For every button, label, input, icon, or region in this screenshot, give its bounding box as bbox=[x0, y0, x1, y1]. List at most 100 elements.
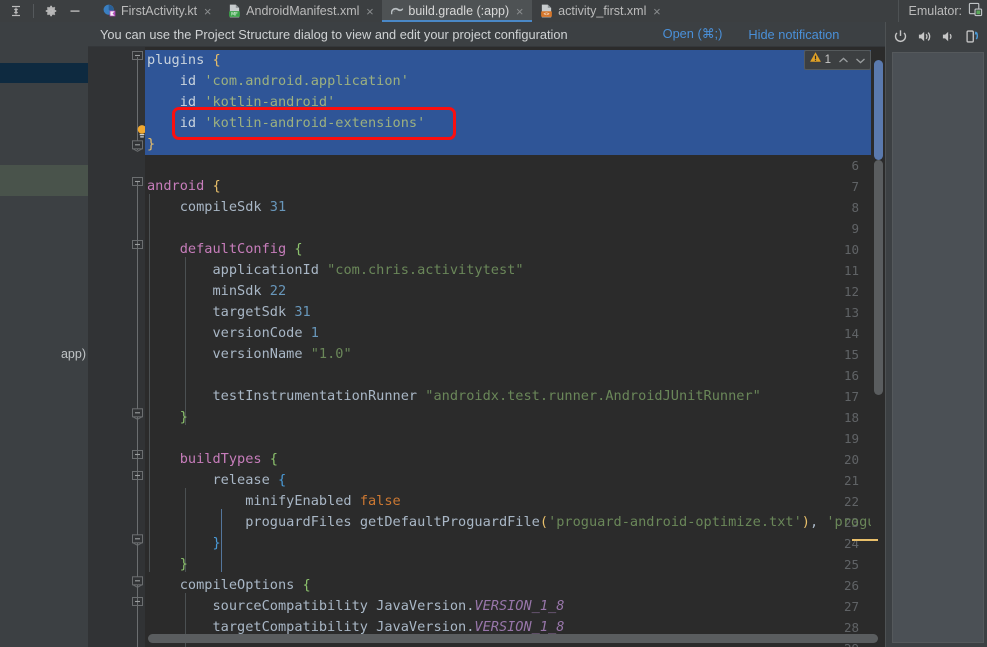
code-token-str: 'kotlin-android-extensions' bbox=[204, 115, 426, 131]
emulator-device-screen[interactable] bbox=[892, 52, 984, 643]
code-token-sp bbox=[147, 472, 212, 488]
power-button[interactable] bbox=[890, 24, 911, 48]
android-studio-window: FirstActivity.kt × MF AndroidManifest.xm… bbox=[0, 0, 987, 647]
fold-toggle-icon[interactable] bbox=[131, 50, 144, 63]
code-token-fn: buildTypes bbox=[179, 451, 262, 467]
list-item[interactable]: app) bbox=[0, 344, 88, 364]
code-line[interactable] bbox=[145, 365, 885, 386]
hide-notification-link[interactable]: Hide notification bbox=[748, 27, 839, 42]
chevron-down-icon[interactable] bbox=[853, 52, 867, 68]
tab-first-activity-kt[interactable]: FirstActivity.kt × bbox=[95, 0, 220, 22]
code-token-sp bbox=[262, 451, 270, 467]
code-token-sp bbox=[147, 94, 180, 110]
chevron-up-icon[interactable] bbox=[836, 52, 850, 68]
list-item-label: app) bbox=[60, 347, 86, 361]
toolbar-divider bbox=[33, 4, 34, 18]
editor-vertical-scrollbar[interactable] bbox=[874, 60, 883, 160]
code-token-str: 'kotlin-android' bbox=[204, 94, 336, 110]
project-tree-panel[interactable]: app) bbox=[0, 22, 88, 647]
code-line[interactable] bbox=[145, 428, 885, 449]
code-line[interactable]: buildTypes { bbox=[145, 449, 885, 470]
fold-toggle-icon[interactable] bbox=[131, 176, 144, 189]
list-item[interactable] bbox=[0, 63, 88, 83]
editor-horizontal-scrollbar[interactable] bbox=[148, 634, 878, 643]
code-line[interactable] bbox=[145, 218, 885, 239]
code-line[interactable]: minSdk 22 bbox=[145, 281, 885, 302]
gear-icon[interactable] bbox=[41, 1, 61, 21]
code-token-brace-y: } bbox=[147, 136, 156, 152]
fold-toggle-icon[interactable] bbox=[131, 596, 144, 609]
emulator-device-area[interactable] bbox=[886, 50, 987, 647]
code-line[interactable]: applicationId "com.chris.activitytest" bbox=[145, 260, 885, 281]
code-line[interactable]: compileSdk 31 bbox=[145, 197, 885, 218]
code-line[interactable]: } bbox=[145, 554, 885, 575]
code-line[interactable]: proguardFiles getDefaultProguardFile('pr… bbox=[145, 512, 885, 533]
fold-toggle-icon[interactable] bbox=[131, 239, 144, 252]
close-icon[interactable]: × bbox=[364, 5, 375, 18]
code-line[interactable]: android { bbox=[145, 176, 885, 197]
list-item[interactable] bbox=[0, 165, 88, 196]
code-line[interactable]: } bbox=[145, 533, 885, 554]
minimize-icon[interactable] bbox=[65, 1, 85, 21]
code-token-id: id bbox=[179, 73, 197, 89]
fold-toggle-icon[interactable] bbox=[131, 575, 144, 588]
fold-toggle-icon[interactable] bbox=[131, 533, 144, 546]
fold-toggle-icon[interactable] bbox=[131, 449, 144, 462]
emulator-window-icon[interactable] bbox=[968, 2, 983, 20]
code-token-sp bbox=[303, 325, 311, 341]
code-token-fn: android bbox=[147, 178, 205, 194]
code-line[interactable]: minifyEnabled false bbox=[145, 491, 885, 512]
code-token-sp bbox=[147, 619, 212, 635]
code-token-sp bbox=[147, 388, 212, 404]
code-line[interactable]: compileOptions { bbox=[145, 575, 885, 596]
code-line[interactable]: } bbox=[145, 134, 885, 155]
code-token-str: "com.chris.activitytest" bbox=[327, 262, 524, 278]
code-editor[interactable]: 1234567891011121314151617181920212223242… bbox=[88, 47, 885, 647]
close-icon[interactable]: × bbox=[514, 5, 525, 18]
editor-tab-strip: FirstActivity.kt × MF AndroidManifest.xm… bbox=[95, 0, 670, 22]
code-token-sp bbox=[147, 493, 245, 509]
code-token-sp bbox=[147, 514, 245, 530]
code-line[interactable]: } bbox=[145, 407, 885, 428]
fold-toggle-icon[interactable] bbox=[131, 407, 144, 420]
editor-vertical-scrollbar-lower[interactable] bbox=[874, 160, 883, 395]
code-line[interactable]: id 'kotlin-android-extensions' bbox=[145, 113, 885, 134]
close-icon[interactable]: × bbox=[651, 5, 662, 18]
tool-window-controls bbox=[0, 0, 95, 22]
volume-down-button[interactable] bbox=[938, 24, 959, 48]
code-token-sp bbox=[147, 199, 180, 215]
open-project-structure-link[interactable]: Open (⌘;) bbox=[663, 26, 723, 42]
tab-build-gradle-app[interactable]: build.gradle (:app) × bbox=[382, 0, 533, 22]
code-token-sp bbox=[303, 346, 311, 362]
code-line[interactable] bbox=[145, 155, 885, 176]
code-line[interactable]: targetSdk 31 bbox=[145, 302, 885, 323]
collapse-all-icon[interactable] bbox=[6, 1, 26, 21]
code-token-sp bbox=[270, 472, 278, 488]
code-token-id: plugins bbox=[147, 52, 205, 68]
fold-toggle-icon[interactable] bbox=[131, 470, 144, 483]
code-line[interactable]: defaultConfig { bbox=[145, 239, 885, 260]
tab-android-manifest-xml[interactable]: MF AndroidManifest.xml × bbox=[220, 0, 382, 22]
code-token-str: 'com.android.application' bbox=[204, 73, 409, 89]
code-token-sp bbox=[147, 283, 212, 299]
tab-activity-first-xml[interactable]: <> activity_first.xml × bbox=[532, 0, 669, 22]
svg-text:<>: <> bbox=[544, 12, 550, 18]
code-line[interactable]: id 'com.android.application' bbox=[145, 71, 885, 92]
volume-up-button[interactable] bbox=[914, 24, 935, 48]
gradle-file-icon bbox=[390, 4, 404, 18]
kotlin-file-icon bbox=[103, 4, 116, 18]
code-line[interactable]: testInstrumentationRunner "androidx.test… bbox=[145, 386, 885, 407]
code-line[interactable]: release { bbox=[145, 470, 885, 491]
rotate-left-button[interactable] bbox=[962, 24, 983, 48]
code-line[interactable]: sourceCompatibility JavaVersion.VERSION_… bbox=[145, 596, 885, 617]
code-token-id: proguardFiles bbox=[245, 514, 352, 530]
notification-message: You can use the Project Structure dialog… bbox=[100, 26, 568, 42]
code-text-area[interactable]: plugins { id 'com.android.application' i… bbox=[145, 47, 885, 647]
code-line[interactable]: id 'kotlin-android' bbox=[145, 92, 885, 113]
code-token-brace-y: ( bbox=[539, 514, 549, 530]
code-line[interactable]: versionCode 1 bbox=[145, 323, 885, 344]
code-line[interactable]: versionName "1.0" bbox=[145, 344, 885, 365]
inspection-widget[interactable]: 1 bbox=[803, 50, 871, 70]
close-icon[interactable]: × bbox=[202, 5, 213, 18]
code-line[interactable]: plugins { bbox=[145, 50, 885, 71]
